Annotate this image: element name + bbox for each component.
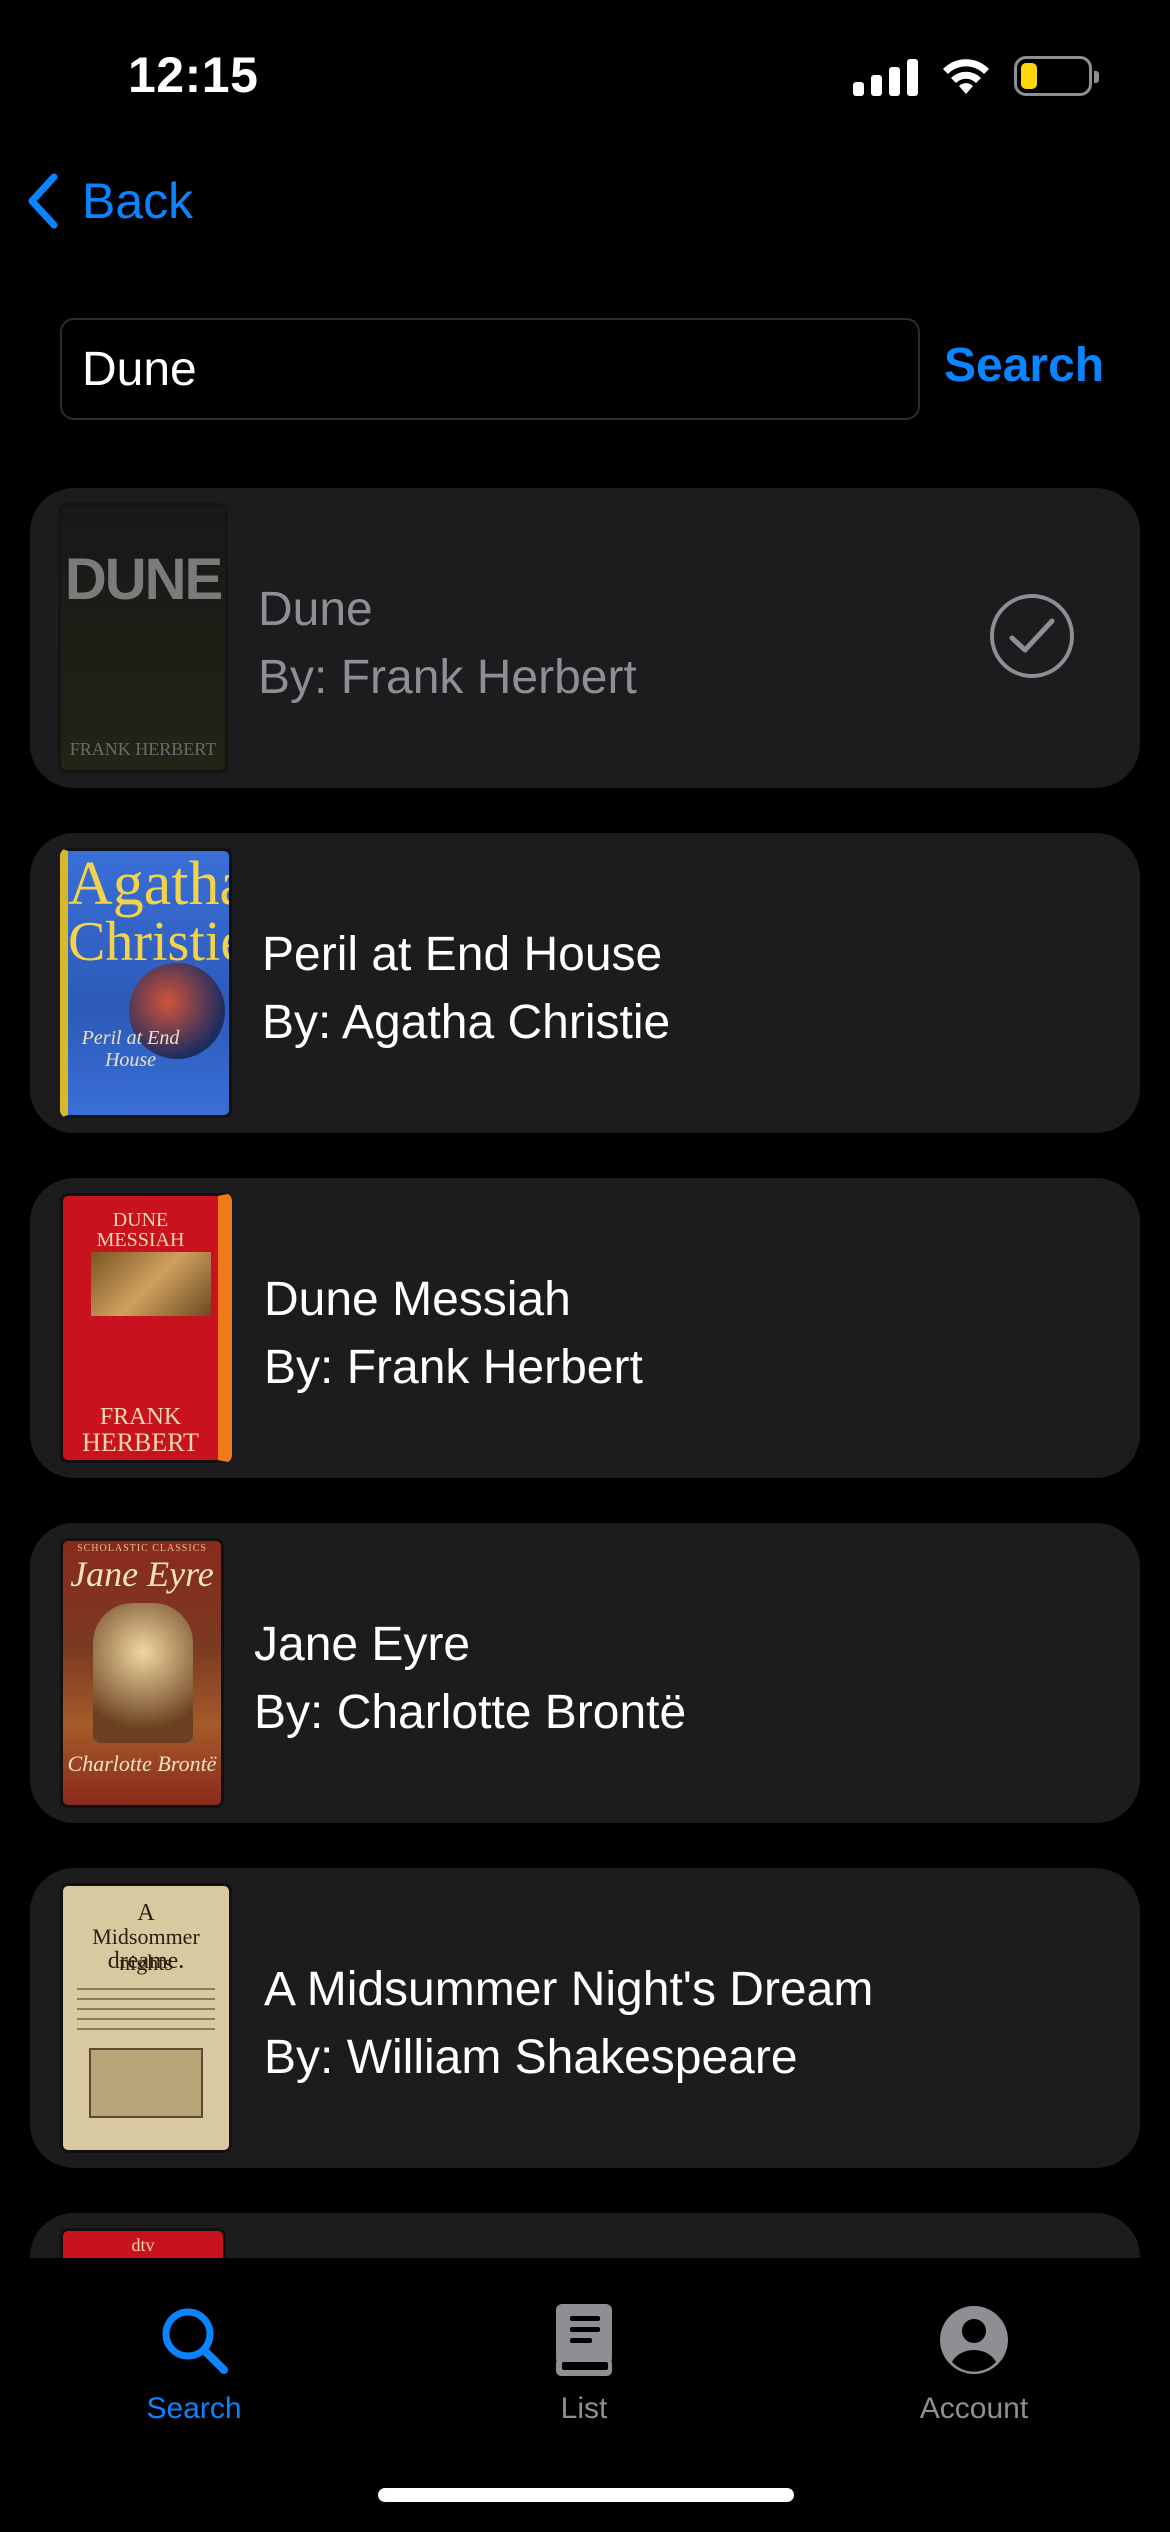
list-item[interactable]: dtv <box>30 2213 1140 2258</box>
book-author: By: Charlotte Brontë <box>254 1686 687 1739</box>
book-title: Dune Messiah <box>264 1273 571 1326</box>
list-item[interactable]: DUNE FRANK HERBERT Dune By: Frank Herber… <box>30 488 1140 788</box>
book-title: A Midsummer Night's Dream <box>264 1963 874 2016</box>
back-button[interactable]: Back <box>26 172 193 230</box>
chevron-left-icon <box>28 173 58 229</box>
book-author: By: Agatha Christie <box>262 996 671 1049</box>
book-cover: dtv <box>60 2228 226 2258</box>
tab-label: List <box>560 2392 608 2425</box>
list-item[interactable]: DUNE MESSIAH FRANK HERBERT Dune Messiah … <box>30 1178 1140 1478</box>
book-author: By: William Shakespeare <box>264 2031 798 2084</box>
back-label: Back <box>82 173 194 229</box>
book-title: Jane Eyre <box>254 1618 471 1671</box>
status-icons <box>853 56 1099 96</box>
list-item[interactable]: A Midsommer nights dreame. A Midsummer N… <box>30 1868 1140 2168</box>
book-author: By: Frank Herbert <box>258 651 637 704</box>
status-bar: 12:15 <box>0 0 1170 150</box>
book-title: Dune <box>258 583 373 636</box>
list-item[interactable]: SCHOLASTIC CLASSICS Jane Eyre Charlotte … <box>30 1523 1140 1823</box>
book-cover: A Midsommer nights dreame. <box>60 1883 232 2153</box>
status-time: 12:15 <box>128 47 259 103</box>
book-cover: DUNE FRANK HERBERT <box>58 503 228 773</box>
tab-label: Account <box>919 2392 1029 2425</box>
search-input[interactable] <box>60 318 920 420</box>
tab-label: Search <box>146 2392 242 2425</box>
home-indicator <box>378 2488 794 2502</box>
book-title: Peril at End House <box>262 928 663 981</box>
cellular-signal-icon <box>853 56 918 96</box>
magnifier-icon <box>162 2308 228 2374</box>
person-circle-icon <box>940 2306 1008 2374</box>
book-cover: SCHOLASTIC CLASSICS Jane Eyre Charlotte … <box>60 1538 224 1808</box>
battery-icon <box>1014 56 1099 96</box>
list-item[interactable]: Agatha Christie Peril at End House Peril… <box>30 833 1140 1133</box>
book-author: By: Frank Herbert <box>264 1341 643 1394</box>
tab-search[interactable]: Search <box>84 2298 304 2426</box>
battery-fill <box>1021 63 1037 89</box>
book-cover: DUNE MESSIAH FRANK HERBERT <box>60 1193 232 1463</box>
search-button[interactable]: Search <box>944 338 1104 393</box>
tab-list[interactable]: List <box>474 2298 694 2426</box>
added-checkmark-icon <box>990 594 1074 678</box>
results-list[interactable]: DUNE FRANK HERBERT Dune By: Frank Herber… <box>30 488 1140 2258</box>
book-cover: Agatha Christie Peril at End House <box>60 848 232 1118</box>
book-icon <box>556 2304 612 2376</box>
wifi-icon <box>943 59 989 94</box>
tab-account[interactable]: Account <box>864 2298 1084 2426</box>
